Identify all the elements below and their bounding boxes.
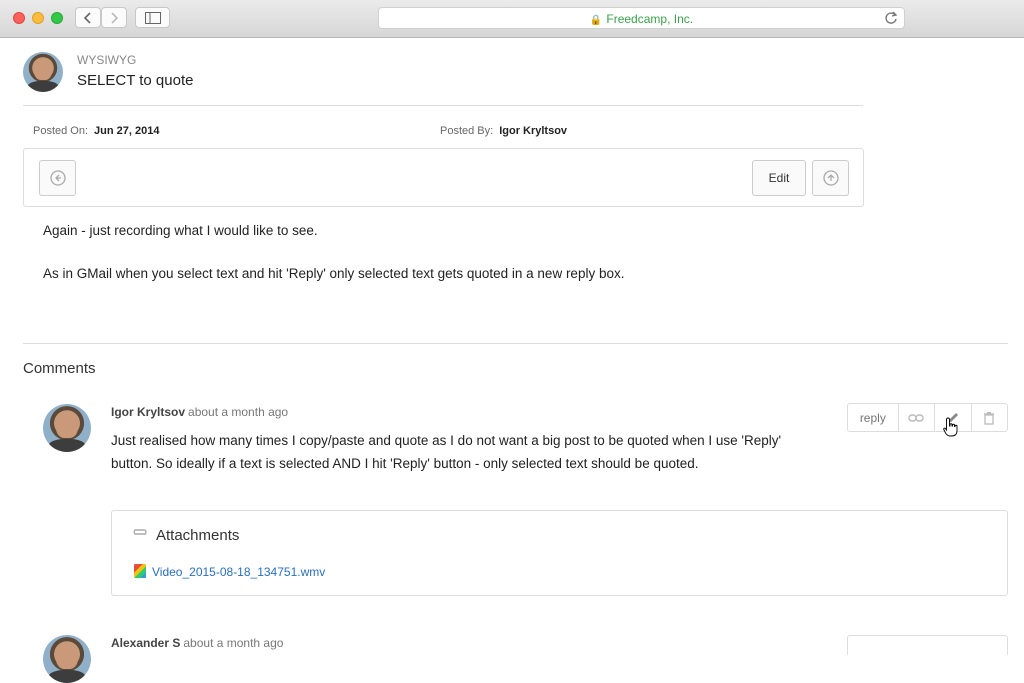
sidebar-toggle-button[interactable] xyxy=(135,7,170,28)
chevron-left-icon xyxy=(83,11,91,24)
comment-actions: reply xyxy=(847,403,1008,432)
scroll-top-button[interactable] xyxy=(812,160,849,196)
hand-cursor-icon xyxy=(943,417,958,437)
back-to-list-button[interactable] xyxy=(39,160,76,196)
page-content: WYSIWYG SELECT to quote Posted On: Jun 27… xyxy=(0,39,1024,683)
post-title: SELECT to quote xyxy=(77,72,194,89)
zoom-window-button[interactable] xyxy=(51,12,63,24)
post-category: WYSIWYG xyxy=(77,53,137,67)
comments-heading: Comments xyxy=(23,360,96,377)
comment-author[interactable]: Alexander Sabout a month ago xyxy=(111,636,283,650)
comment-text: Just realised how many times I copy/past… xyxy=(111,433,782,471)
avatar xyxy=(43,404,91,452)
forward-button[interactable] xyxy=(101,7,127,28)
post-toolbar: Edit xyxy=(23,148,864,207)
edit-button[interactable]: Edit xyxy=(752,160,806,196)
link-icon xyxy=(908,413,925,422)
paperclip-icon xyxy=(133,529,147,535)
comment-time: about a month ago xyxy=(188,405,289,419)
post-paragraph: Again - just recording what I would like… xyxy=(43,223,318,238)
attachment-link[interactable]: Video_2015-08-18_134751.wmv xyxy=(134,564,325,579)
comment-time: about a month ago xyxy=(183,636,284,650)
comment-author[interactable]: Igor Kryltsov about a month ago xyxy=(111,405,288,419)
arrow-up-circle-icon xyxy=(822,170,839,186)
divider xyxy=(23,343,1008,344)
sidebar-icon xyxy=(144,11,161,24)
video-file-icon xyxy=(134,564,146,578)
avatar xyxy=(23,52,63,92)
avatar xyxy=(43,635,91,683)
link-button[interactable] xyxy=(899,404,936,431)
back-button[interactable] xyxy=(75,7,101,28)
posted-on: Posted On: Jun 27, 2014 xyxy=(33,125,160,137)
reply-button[interactable]: reply xyxy=(848,404,899,431)
trash-icon xyxy=(984,411,995,425)
address-bar[interactable]: 🔒 Freedcamp, Inc. xyxy=(378,7,905,29)
url-text: Freedcamp, Inc. xyxy=(606,12,694,26)
reload-icon[interactable] xyxy=(884,11,898,25)
attachments-panel: Attachments Video_2015-08-18_134751.wmv xyxy=(111,510,1008,596)
arrow-left-circle-icon xyxy=(49,170,66,186)
minimize-window-button[interactable] xyxy=(32,12,44,24)
delete-comment-button[interactable] xyxy=(972,404,1007,431)
browser-toolbar: 🔒 Freedcamp, Inc. xyxy=(0,0,1024,38)
posted-by: Posted By: Igor Kryltsov xyxy=(440,125,568,137)
attachments-heading: Attachments xyxy=(156,527,240,544)
chevron-right-icon xyxy=(111,11,119,24)
comment-actions xyxy=(847,635,1008,655)
close-window-button[interactable] xyxy=(13,12,25,24)
post-paragraph: As in GMail when you select text and hit… xyxy=(43,266,625,281)
divider xyxy=(23,105,863,106)
lock-icon: 🔒 xyxy=(589,15,603,26)
